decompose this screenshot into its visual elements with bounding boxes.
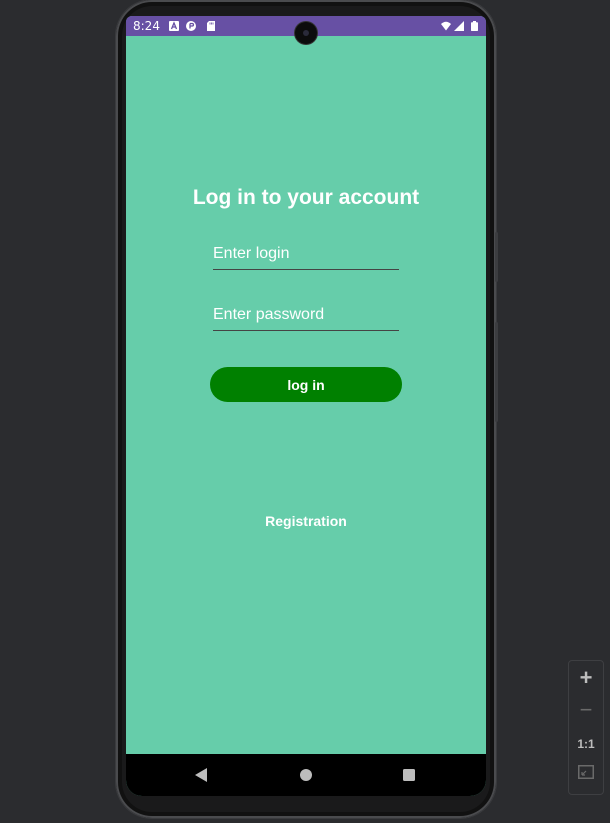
notification-a-icon	[169, 21, 179, 31]
app-screen: 8:24 Log in to your account log in Regis…	[126, 16, 486, 796]
power-button	[495, 322, 498, 422]
notification-circle-icon	[186, 21, 196, 31]
sd-card-icon	[207, 21, 215, 31]
recents-icon[interactable]	[402, 767, 416, 783]
actual-size-button[interactable]: 1:1	[569, 730, 603, 758]
login-button[interactable]: log in	[210, 367, 402, 402]
navigation-bar	[126, 754, 486, 796]
page-title: Log in to your account	[192, 186, 420, 209]
password-input[interactable]	[213, 300, 399, 331]
battery-icon	[471, 21, 478, 31]
status-time: 8:24	[133, 19, 160, 33]
front-camera	[295, 22, 317, 44]
signal-icon	[454, 21, 464, 31]
zoom-out-button[interactable]: −	[569, 696, 603, 724]
registration-link[interactable]: Registration	[126, 513, 486, 529]
zoom-in-button[interactable]: +	[569, 664, 603, 692]
back-icon[interactable]	[194, 767, 208, 783]
emulator-zoom-controls: + − 1:1	[568, 660, 604, 795]
home-icon[interactable]	[299, 767, 313, 783]
login-input[interactable]	[213, 239, 399, 270]
volume-button	[495, 232, 498, 282]
fit-screen-icon[interactable]	[578, 765, 594, 779]
wifi-icon	[441, 21, 451, 31]
